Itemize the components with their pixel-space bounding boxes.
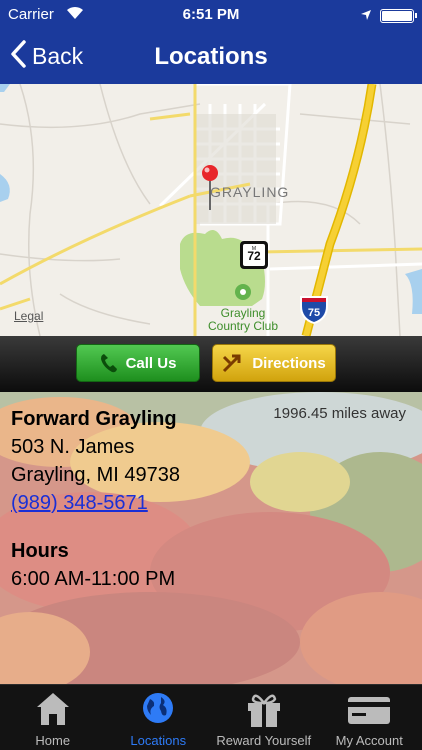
tab-locations[interactable]: Locations [106, 685, 212, 750]
call-us-button[interactable]: Call Us [76, 344, 200, 382]
clock: 6:51 PM [182, 6, 240, 23]
phone-icon [100, 353, 118, 373]
location-name: Forward Grayling [11, 408, 177, 430]
distance-label: 1996.45 miles away [273, 405, 406, 422]
address-line-2: Grayling, MI 49738 [11, 464, 180, 486]
map-legal-link[interactable]: Legal [14, 309, 43, 323]
phone-link[interactable]: (989) 348-5671 [11, 492, 148, 514]
back-button[interactable]: Back [10, 40, 83, 73]
tab-reward-yourself[interactable]: Reward Yourself [211, 685, 317, 750]
house-icon [36, 691, 70, 730]
tab-my-account[interactable]: My Account [317, 685, 422, 750]
call-us-label: Call Us [125, 354, 177, 372]
address-line-1: 503 N. James [11, 436, 135, 458]
location-arrow-icon [360, 8, 372, 25]
arrows-icon [222, 353, 244, 373]
tab-reward-yourself-label: Reward Yourself [216, 733, 312, 748]
tab-locations-label: Locations [130, 733, 187, 748]
park-label-line1: Grayling [221, 306, 266, 320]
route-72-shield: 72 M [240, 241, 268, 269]
svg-text:M: M [252, 246, 256, 252]
back-label: Back [32, 43, 84, 69]
route-75-label: 75 [308, 307, 320, 319]
directions-button[interactable]: Directions [212, 344, 336, 382]
tab-home[interactable]: Home [0, 685, 106, 750]
action-bar: Call Us Directions [0, 336, 422, 392]
town-label: GRAYLING [210, 184, 289, 200]
tab-my-account-label: My Account [335, 733, 403, 748]
battery-icon [380, 9, 417, 23]
hours-title: Hours [11, 540, 69, 562]
nav-bar: Back Locations [0, 30, 422, 84]
credit-card-icon [347, 691, 391, 728]
status-bar: Carrier 6:51 PM [0, 0, 422, 30]
hours-value: 6:00 AM-11:00 PM [11, 568, 176, 590]
tab-home-label: Home [35, 733, 71, 748]
globe-icon [141, 691, 175, 728]
gift-icon [245, 691, 283, 730]
location-details: 1996.45 miles away Forward Grayling 503 … [0, 392, 422, 684]
park-label-line2: Country Club [208, 319, 278, 333]
chevron-left-icon [10, 40, 26, 73]
interstate-75-shield: 75 [300, 296, 328, 324]
location-info: Forward Grayling 503 N. James Grayling, … [11, 405, 180, 593]
location-map[interactable]: 72 M 75 GRAYLING Grayling Country Club L… [0, 84, 422, 336]
tab-bar: Home Locations Reward Yourself My Accoun… [0, 684, 422, 750]
directions-label: Directions [252, 354, 326, 372]
